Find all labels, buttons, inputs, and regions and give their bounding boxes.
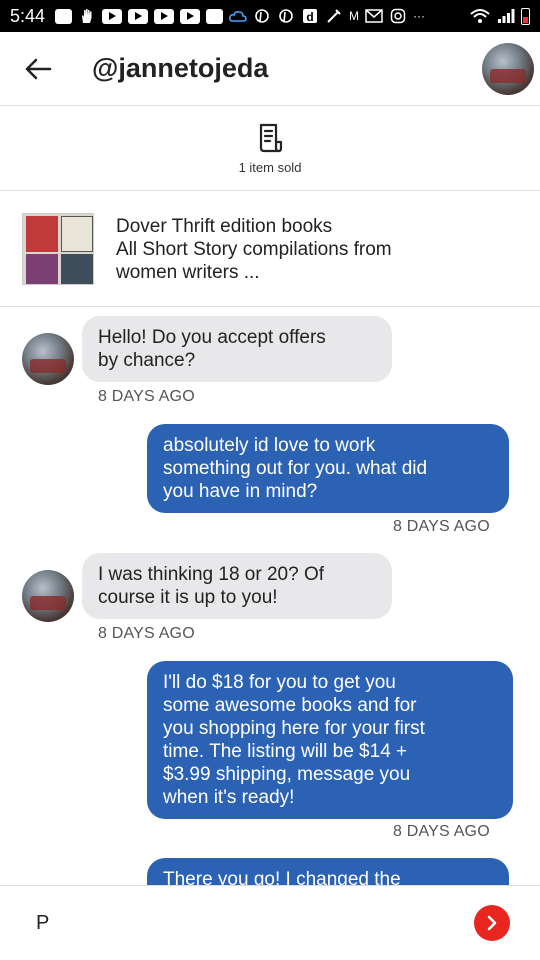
instagram-icon	[390, 8, 406, 24]
message-line: some awesome books and for	[163, 695, 417, 716]
conversation-header: @jannetojeda	[0, 32, 540, 106]
message-line: course it is up to you!	[98, 587, 278, 608]
youtube-icon	[128, 8, 149, 24]
listing-line: women writers ...	[116, 261, 260, 283]
user-avatar[interactable]	[482, 42, 534, 95]
youtube-icon	[102, 8, 123, 24]
sender-avatar[interactable]	[22, 333, 74, 385]
message-input[interactable]	[36, 911, 474, 935]
listing-line: Dover Thrift edition books	[116, 215, 333, 237]
arrow-left-icon	[25, 58, 52, 79]
username-title[interactable]: @jannetojeda	[92, 53, 482, 84]
hand-icon	[82, 9, 92, 23]
message-line: time. The listing will be $14 +	[163, 741, 408, 762]
battery-icon	[521, 7, 530, 25]
message-bubble-incoming: I was thinking 18 or 20? Of course it is…	[82, 553, 392, 619]
facebook-icon	[206, 8, 224, 24]
message-input-bar	[0, 885, 540, 960]
svg-text:d: d	[306, 10, 313, 24]
message-line: Hello! Do you accept offers	[98, 327, 326, 348]
wifi-icon	[470, 9, 490, 23]
signal-icon	[498, 9, 515, 23]
send-button[interactable]	[474, 905, 510, 941]
pinterest-icon	[255, 9, 269, 23]
tools-icon	[327, 9, 341, 23]
listing-preview[interactable]: Dover Thrift edition books All Short Sto…	[0, 192, 540, 307]
receipt-icon	[259, 123, 283, 153]
more-icon: ···	[413, 9, 426, 23]
message-line: There you go! I changed the	[163, 869, 401, 885]
cloud-icon	[229, 11, 247, 22]
gmail-icon	[365, 9, 383, 23]
message-bubble-outgoing: I'll do $18 for you to get you some awes…	[147, 661, 513, 819]
message-line: absolutely id love to work	[163, 435, 376, 456]
message-timestamp: 8 DAYS AGO	[393, 518, 490, 535]
youtube-icon	[180, 8, 201, 24]
message-line: when it's ready!	[163, 787, 295, 808]
message-line: $3.99 shipping, message you	[163, 764, 411, 785]
message-line: I was thinking 18 or 20? Of	[98, 564, 325, 585]
m-icon: M	[349, 9, 360, 23]
message-line: I'll do $18 for you to get you	[163, 672, 396, 693]
back-button[interactable]	[18, 49, 58, 89]
listing-title: Dover Thrift edition books All Short Sto…	[116, 215, 392, 284]
message-timestamp: 8 DAYS AGO	[98, 625, 195, 642]
system-status	[469, 7, 530, 25]
items-sold-label: 1 item sold	[238, 160, 302, 175]
message-line: something out for you. what did	[163, 458, 428, 479]
message-timestamp: 8 DAYS AGO	[393, 823, 490, 840]
pinterest-icon	[279, 9, 293, 23]
listing-line: All Short Story compilations from	[116, 238, 392, 260]
message-bubble-outgoing: There you go! I changed the	[147, 858, 509, 885]
sender-avatar[interactable]	[22, 570, 74, 622]
message-line: you have in mind?	[163, 481, 318, 502]
listing-thumbnail[interactable]	[22, 213, 94, 285]
message-line: you shopping here for your first	[163, 718, 425, 739]
chevron-right-icon	[487, 915, 497, 931]
notification-icons: d M ···	[55, 8, 469, 24]
sold-summary: 1 item sold	[0, 107, 540, 191]
status-bar: 5:44 d M ···	[0, 0, 540, 32]
message-bubble-outgoing: absolutely id love to work something out…	[147, 424, 509, 513]
message-list[interactable]: Hello! Do you accept offers by chance? 8…	[0, 308, 540, 885]
status-time: 5:44	[10, 5, 46, 26]
message-line: by chance?	[98, 350, 196, 371]
message-bubble-incoming: Hello! Do you accept offers by chance?	[82, 316, 392, 382]
message-timestamp: 8 DAYS AGO	[98, 388, 195, 405]
d-icon: d	[303, 9, 318, 24]
facebook-icon	[55, 8, 73, 24]
youtube-icon	[154, 8, 175, 24]
